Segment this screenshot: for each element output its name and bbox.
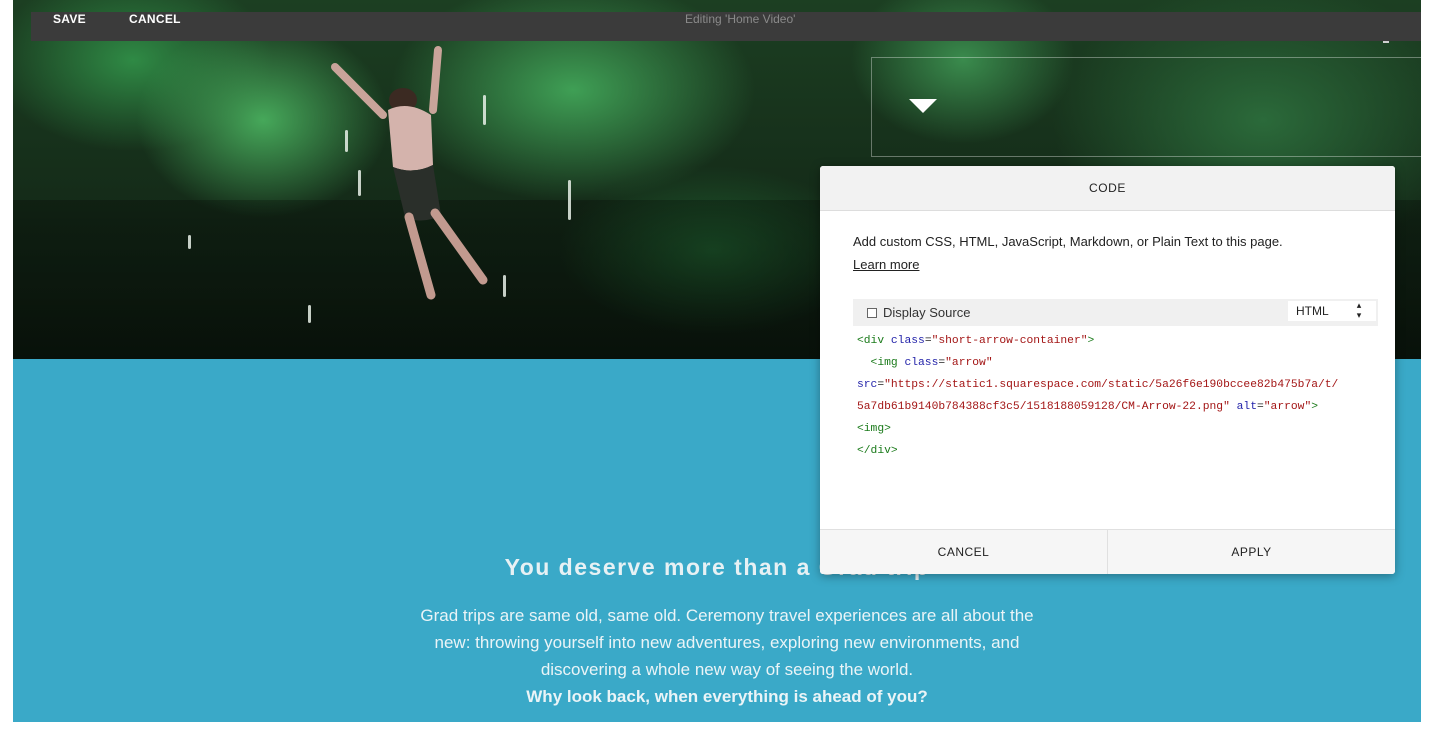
splash xyxy=(188,235,191,249)
splash xyxy=(568,180,571,220)
code-editor: Display Source HTML ▴▾ <div class="short… xyxy=(853,299,1378,529)
display-source-label: Display Source xyxy=(883,305,971,320)
code-block-dialog: CODE Add custom CSS, HTML, JavaScript, M… xyxy=(820,166,1395,574)
dialog-description: Add custom CSS, HTML, JavaScript, Markdo… xyxy=(853,234,1283,249)
paragraph-text: Grad trips are same old, same old. Cerem… xyxy=(420,606,1034,679)
code-line: <img class="arrow" xyxy=(857,357,993,369)
splash xyxy=(308,305,311,323)
code-line: src="https://static1.squarespace.com/sta… xyxy=(857,379,1339,391)
code-textarea[interactable]: <div class="short-arrow-container"> <img… xyxy=(853,326,1378,529)
cancel-button[interactable]: CANCEL xyxy=(129,12,181,26)
swimmer-image xyxy=(331,46,488,300)
code-line: <img> xyxy=(857,423,891,435)
paragraph-bold-text: Why look back, when everything is ahead … xyxy=(526,687,928,706)
select-arrows-icon: ▴▾ xyxy=(1355,301,1365,321)
dialog-footer: CANCEL APPLY xyxy=(820,529,1395,574)
splash xyxy=(483,95,486,125)
down-arrow-icon xyxy=(909,99,937,113)
dialog-apply-button[interactable]: APPLY xyxy=(1108,530,1395,574)
code-line: 5a7db61b9140b784388cf3c5/1518188059128/C… xyxy=(857,401,1319,413)
section-paragraph: Grad trips are same old, same old. Cerem… xyxy=(413,602,1041,710)
splash xyxy=(345,130,348,152)
arrow-code-block[interactable] xyxy=(871,57,1423,157)
mode-select[interactable]: HTML ▴▾ xyxy=(1288,301,1376,321)
mode-select-value: HTML xyxy=(1296,304,1329,318)
splash xyxy=(503,275,506,297)
save-button[interactable]: SAVE xyxy=(53,12,86,26)
editing-toolbar: SAVE CANCEL Editing 'Home Video' xyxy=(31,12,1421,41)
dialog-title: CODE xyxy=(820,166,1395,211)
code-line: </div> xyxy=(857,445,898,457)
editing-title: Editing 'Home Video' xyxy=(685,12,796,26)
learn-more-link[interactable]: Learn more xyxy=(853,257,919,272)
dialog-cancel-button[interactable]: CANCEL xyxy=(820,530,1108,574)
code-line: <div class="short-arrow-container"> xyxy=(857,335,1095,347)
splash xyxy=(358,170,361,196)
display-source-checkbox[interactable] xyxy=(867,308,877,318)
editor-toolbar: Display Source HTML ▴▾ xyxy=(853,299,1378,326)
